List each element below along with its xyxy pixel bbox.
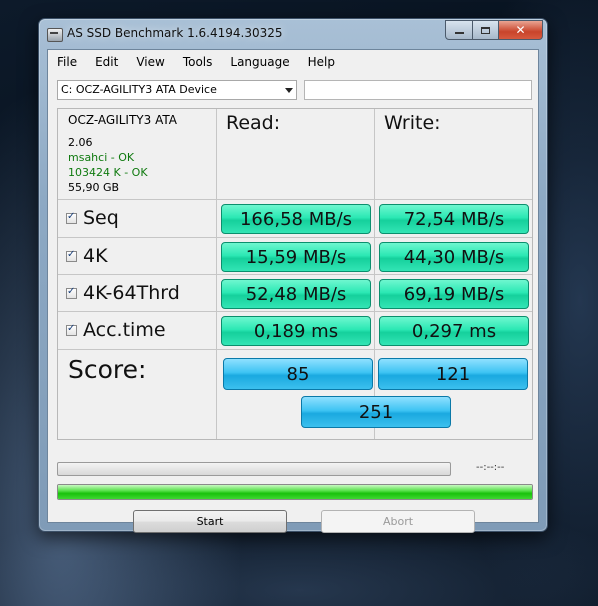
drive-firmware: 2.06 [68,136,93,149]
drive-size: 55,90 GB [68,181,120,194]
write-header: Write: [384,112,441,134]
grid-divider [58,199,532,200]
close-icon: ✕ [515,23,526,37]
4k-write-value: 44,30 MB/s [379,242,529,272]
score-total: 251 [301,396,451,428]
abort-button[interactable]: Abort [321,510,475,533]
maximize-icon [481,26,490,34]
overall-progress-bar [57,484,533,500]
close-button[interactable]: ✕ [499,20,543,40]
grid-divider [58,274,532,275]
device-dropdown-value: C: OCZ-AGILITY3 ATA Device [61,83,217,96]
seq-write-value: 72,54 MB/s [379,204,529,234]
row-seq: Seq [66,207,119,229]
row-4k: 4K [66,245,108,267]
menu-edit[interactable]: Edit [86,50,127,74]
score-label: Score: [68,355,147,384]
minimize-icon [454,32,464,34]
client-area: File Edit View Tools Language Help C: OC… [47,49,539,533]
seq-read-value: 166,58 MB/s [221,204,371,234]
menu-language[interactable]: Language [221,50,298,74]
menu-help[interactable]: Help [299,50,344,74]
row-label: Acc.time [83,319,166,341]
score-read: 85 [223,358,373,390]
start-button[interactable]: Start [133,510,287,533]
title-bar[interactable]: AS SSD Benchmark 1.6.4194.30325 ✕ [39,19,547,49]
4k-checkbox[interactable] [66,249,77,262]
device-dropdown[interactable]: C: OCZ-AGILITY3 ATA Device [57,80,297,100]
row-label: 4K-64Thrd [83,282,180,304]
chevron-down-icon [285,88,293,93]
seq-checkbox[interactable] [66,211,77,224]
maximize-button[interactable] [473,20,499,40]
window-title: AS SSD Benchmark 1.6.4194.30325 [67,26,283,40]
4k-64thrd-write-value: 69,19 MB/s [379,279,529,309]
menu-view[interactable]: View [127,50,173,74]
acc-time-write-value: 0,297 ms [379,316,529,346]
app-window: AS SSD Benchmark 1.6.4194.30325 ✕ File E… [38,18,548,533]
minimize-button[interactable] [445,20,473,40]
grid-divider [58,349,532,350]
menu-bar: File Edit View Tools Language Help [48,50,538,74]
grid-divider [58,311,532,312]
overall-progress-fill [58,485,532,499]
drive-model: OCZ-AGILITY3 ATA [68,113,177,127]
elapsed-time: --:--:-- [476,462,505,473]
test-progress-bar [57,462,451,476]
menu-file[interactable]: File [48,50,86,74]
4k-64thrd-read-value: 52,48 MB/s [221,279,371,309]
score-write: 121 [378,358,528,390]
row-label: Seq [83,207,119,229]
row-acc-time: Acc.time [66,319,166,341]
alignment-status: 103424 K - OK [68,166,148,179]
info-field[interactable] [304,80,532,100]
acc-time-read-value: 0,189 ms [221,316,371,346]
menu-tools[interactable]: Tools [174,50,222,74]
4k-read-value: 15,59 MB/s [221,242,371,272]
caption-buttons: ✕ [445,20,543,40]
row-4k-64thrd: 4K-64Thrd [66,282,180,304]
results-grid: OCZ-AGILITY3 ATA 2.06 msahci - OK 103424… [57,108,533,440]
grid-divider [58,237,532,238]
read-header: Read: [226,112,281,134]
acc-time-checkbox[interactable] [66,323,77,336]
drive-info: OCZ-AGILITY3 ATA 2.06 msahci - OK 103424… [68,113,177,195]
4k-64thrd-checkbox[interactable] [66,286,77,299]
row-label: 4K [83,245,108,267]
drive-icon [47,28,63,42]
driver-status: msahci - OK [68,151,135,164]
